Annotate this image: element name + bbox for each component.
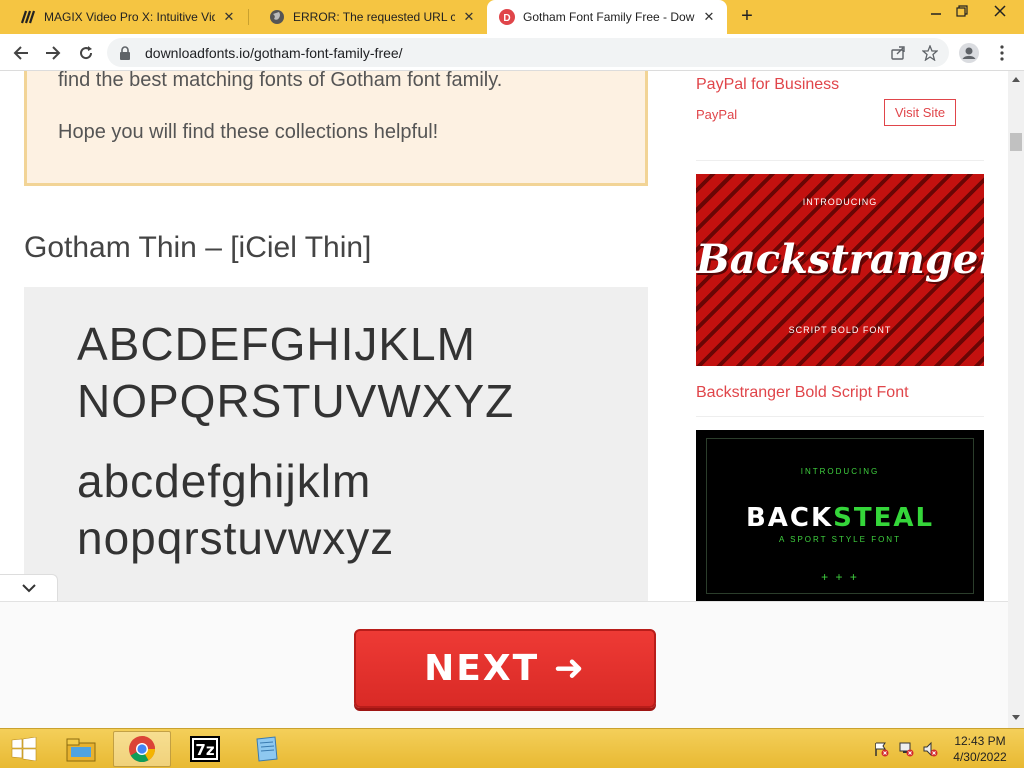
next-button[interactable]: NEXT ➜ [354, 629, 656, 708]
sample-uppercase: ABCDEFGHIJKLM [77, 318, 476, 370]
system-clock[interactable]: 12:43 PM 4/30/2022 [948, 733, 1012, 765]
clock-date: 4/30/2022 [953, 750, 1007, 764]
scroll-thumb[interactable] [1010, 133, 1022, 151]
forward-icon[interactable] [41, 41, 65, 65]
promo-label: INTRODUCING [800, 467, 880, 476]
ad-sponsor[interactable]: PayPal [696, 107, 737, 122]
share-icon[interactable] [887, 42, 909, 64]
globe-icon [269, 9, 285, 25]
magix-icon [20, 9, 36, 25]
collapse-ad-button[interactable] [0, 574, 58, 601]
promo-link[interactable]: Backstranger Bold Script Font [696, 384, 909, 402]
sample-lowercase: nopqrstuvwxyz [77, 512, 395, 564]
reload-icon[interactable] [74, 41, 98, 65]
tab-title: Gotham Font Family Free - Down [523, 10, 695, 24]
browser-toolbar: downloadfonts.io/gotham-font-family-free… [0, 34, 1024, 71]
tab-strip: MAGIX Video Pro X: Intuitive Vid ✕ ERROR… [0, 0, 1024, 34]
volume-muted-icon[interactable] [922, 741, 938, 757]
promo-title: Backstranger [696, 236, 984, 283]
file-explorer-icon[interactable] [52, 731, 110, 767]
close-tab-icon[interactable]: ✕ [221, 9, 237, 25]
sample-uppercase: NOPQRSTUVWXYZ [77, 375, 515, 427]
downloadfonts-icon: D [499, 9, 515, 25]
promo-label: SCRIPT BOLD FONT [788, 325, 892, 335]
clock-time: 12:43 PM [954, 734, 1006, 748]
back-icon[interactable] [9, 41, 33, 65]
promo-label: INTRODUCING [802, 197, 878, 207]
backsteal-promo-image[interactable]: INTRODUCING BACKSTEAL A SPORT STYLE FONT… [696, 430, 984, 601]
section-title: Gotham Thin – [iCiel Thin] [24, 231, 372, 264]
address-bar[interactable]: downloadfonts.io/gotham-font-family-free… [107, 38, 949, 67]
tab-title: MAGIX Video Pro X: Intuitive Vid [44, 10, 215, 24]
chrome-icon[interactable] [113, 731, 171, 767]
new-tab-button[interactable]: + [736, 6, 758, 28]
backstranger-promo-image[interactable]: INTRODUCING Backstranger SCRIPT BOLD FON… [696, 174, 984, 366]
close-tab-icon[interactable]: ✕ [461, 9, 477, 25]
lock-icon[interactable] [119, 45, 133, 60]
bookmark-star-icon[interactable] [919, 42, 941, 64]
scroll-down-icon[interactable] [1012, 715, 1020, 720]
close-window-icon[interactable] [980, 0, 1020, 22]
chevron-down-icon[interactable] [21, 580, 36, 598]
web-page: find the best matching fonts of Gotham f… [0, 71, 1008, 601]
next-button-label: NEXT ➜ [424, 648, 586, 689]
notice-text: Hope you will find these collections hel… [58, 121, 439, 143]
profile-avatar-icon[interactable] [958, 42, 980, 64]
font-sample-box: ABCDEFGHIJKLM NOPQRSTUVWXYZ abcdefghijkl… [24, 287, 648, 601]
promo-title: BACKSTEAL [745, 503, 935, 533]
notice-text: find the best matching fonts of Gotham f… [58, 71, 503, 91]
notice-box: find the best matching fonts of Gotham f… [24, 71, 648, 186]
7zip-icon[interactable]: 7z [176, 731, 234, 767]
network-icon[interactable] [898, 741, 914, 757]
menu-dots-icon[interactable] [991, 42, 1013, 64]
taskbar: 7z 12:43 PM 4/30/2022 [0, 728, 1024, 768]
windows-start-icon[interactable] [6, 735, 42, 763]
sample-lowercase: abcdefghijklm [77, 455, 372, 507]
url-text[interactable]: downloadfonts.io/gotham-font-family-free… [145, 45, 403, 61]
tab-title: ERROR: The requested URL could [293, 10, 455, 24]
divider [696, 160, 984, 161]
tab-gotham[interactable]: D Gotham Font Family Free - Down ✕ [487, 0, 727, 34]
visit-site-button[interactable]: Visit Site [884, 99, 956, 126]
close-tab-icon[interactable]: ✕ [701, 9, 717, 25]
notepad-icon[interactable] [237, 731, 295, 767]
tab-error[interactable]: ERROR: The requested URL could ✕ [249, 0, 487, 34]
page-scrollbar[interactable] [1008, 71, 1024, 728]
svg-text:D: D [503, 13, 510, 24]
promo-decor: + + + [821, 570, 859, 584]
promo-label: A SPORT STYLE FONT [779, 535, 901, 544]
sticky-ad-bar: NEXT ➜ [0, 601, 1008, 728]
divider [696, 416, 984, 417]
svg-text:7z: 7z [195, 741, 214, 759]
scroll-up-icon[interactable] [1012, 77, 1020, 82]
restore-icon[interactable] [947, 0, 977, 22]
action-center-flag-icon[interactable] [873, 741, 889, 757]
ad-title[interactable]: PayPal for Business [696, 76, 839, 94]
tab-magix[interactable]: MAGIX Video Pro X: Intuitive Vid ✕ [0, 0, 247, 34]
